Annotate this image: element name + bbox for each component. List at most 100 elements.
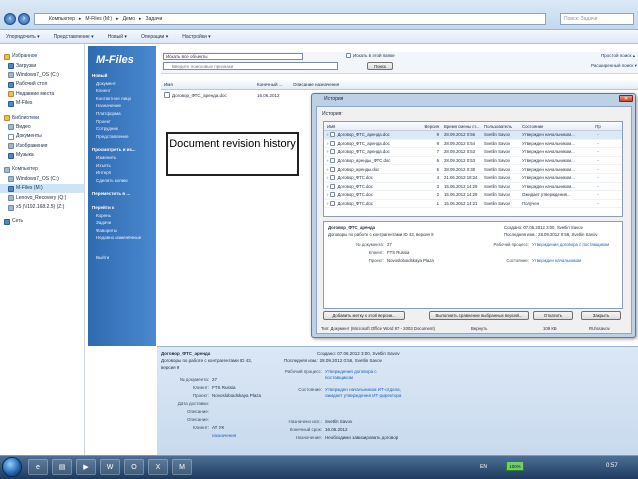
clock[interactable]: 0:57	[606, 463, 618, 469]
meta-field-value[interactable]: FTS Russia	[212, 385, 236, 390]
expand-arrow-icon[interactable]: ›	[327, 158, 328, 163]
history-row[interactable]: › Договор_ФТС.doc 4 21.06.2012 18:24 Svetlin…	[324, 174, 622, 183]
nav-item-recent[interactable]: Недавние места	[0, 90, 84, 99]
task-new-employee[interactable]: Сотрудник	[88, 125, 156, 133]
close-button[interactable]: ✕	[619, 95, 633, 102]
nav-item-video[interactable]: Видео	[0, 123, 84, 132]
task-history[interactable]: Интерп	[88, 169, 156, 177]
nav-item-music[interactable]: Музыка	[0, 151, 84, 160]
history-row[interactable]: › Договор_ФТС_аренда.doc 8 28.09.2012 0:54 S…	[324, 140, 622, 149]
outlook-taskbar-icon[interactable]: O	[124, 459, 144, 475]
simple-search-link[interactable]: Простой поиск ▴	[601, 53, 635, 59]
meta-field-value[interactable]: Novosloboidskaya Plaza	[212, 393, 261, 398]
history-row[interactable]: › Договор_ФТС_аренда.doc 9 28.09.2012 0:56 S…	[324, 131, 622, 140]
nav-item-documents[interactable]: Документы	[0, 132, 84, 141]
goto-favorites[interactable]: Фавориты	[88, 227, 156, 235]
network-header[interactable]: Сеть	[0, 217, 84, 226]
move-header[interactable]: Переместить в ...	[88, 190, 156, 198]
history-row[interactable]: › Договор_аренды.doc 5 28.09.2012 0:38 Svetl…	[324, 165, 622, 174]
task-new-platform[interactable]: Платформа	[88, 110, 156, 118]
task-new-view[interactable]: Представление	[88, 133, 156, 141]
ie-taskbar-icon[interactable]: e	[28, 459, 48, 475]
word-taskbar-icon[interactable]: W	[100, 459, 120, 475]
media-taskbar-icon[interactable]: ▶	[76, 459, 96, 475]
start-button[interactable]	[2, 457, 22, 477]
favorites-header[interactable]: Избранное	[0, 52, 84, 61]
breadcrumb-mfiles[interactable]: M-Files (M:)	[85, 14, 112, 24]
history-row[interactable]: › Договор_ФТС_аренда.doc 7 28.09.2012 0:53 S…	[324, 148, 622, 157]
meta-field-value[interactable]: Утверждения договора с поставщиком	[325, 369, 405, 381]
meta-field-value[interactable]: 16.06.2012	[325, 427, 405, 433]
search-input[interactable]: Введите поисковые признаки	[163, 62, 338, 70]
nav-item-c-drive[interactable]: Windows7_OS (C:)	[0, 71, 84, 80]
task-exit[interactable]: Выйти	[88, 254, 156, 262]
expand-arrow-icon[interactable]: ›	[327, 167, 328, 172]
libraries-header[interactable]: Библиотеки	[0, 113, 84, 122]
excel-taskbar-icon[interactable]: X	[148, 459, 168, 475]
column-deadline[interactable]: Конечный ...	[257, 82, 293, 87]
computer-header[interactable]: Компьютер	[0, 165, 84, 174]
meta-field-value[interactable]: 27	[212, 377, 217, 382]
nav-item-mfiles[interactable]: M-Files	[0, 99, 84, 108]
expand-arrow-icon[interactable]: ›	[327, 175, 328, 180]
search-type-select[interactable]: Искать все объекты	[163, 53, 303, 60]
advanced-search-link[interactable]: Расширенный поиск ▾	[591, 63, 637, 69]
meta-field-value[interactable]: Утвержден начальником ИТ-отдела, ожидает…	[325, 387, 405, 399]
history-row[interactable]: › Договор_ФТС.doc 3 15.06.2012 14:29 Svetlin…	[324, 183, 622, 192]
task-new-client[interactable]: Клиент	[88, 87, 156, 95]
search-in-folder-checkbox[interactable]: Искать в этой папке	[346, 53, 395, 58]
expand-arrow-icon[interactable]: ›	[327, 149, 328, 154]
add-label-button[interactable]: Добавить метку к этой версии...	[323, 311, 405, 320]
meta-field-value[interactable]: назначения	[212, 433, 236, 438]
goto-root[interactable]: Корень	[88, 212, 156, 220]
col-name[interactable]: Имя	[324, 124, 420, 129]
column-description[interactable]: Описание назначения	[293, 82, 413, 87]
operations-menu[interactable]: Операции ▾	[141, 30, 168, 44]
task-new-contact[interactable]: Контактное лицо	[88, 95, 156, 103]
nav-item-images[interactable]: Изображения	[0, 142, 84, 151]
task-new-document[interactable]: Документ	[88, 80, 156, 88]
back-button[interactable]: ‹	[4, 13, 16, 25]
col-state[interactable]: Состояние	[522, 124, 592, 129]
goto-recent[interactable]: Недавно изменённые	[88, 234, 156, 242]
task-copy[interactable]: Сделать копию	[88, 177, 156, 185]
column-name[interactable]: Имя	[161, 82, 257, 87]
task-edit[interactable]: Изменить	[88, 154, 156, 162]
meta-field-value[interactable]: Svetlin Savov	[325, 419, 405, 425]
prop-state[interactable]: Утвержден начальником	[532, 258, 581, 263]
nav-item-drive-m[interactable]: M-Files (M:)	[0, 184, 84, 194]
nav-item-drive-z[interactable]: x5 (\\192.168.2.5) (Z:)	[0, 203, 84, 212]
settings-menu[interactable]: Настройки ▾	[182, 30, 210, 44]
find-button[interactable]: Поиск	[367, 62, 393, 70]
view-menu[interactable]: Представление ▾	[54, 30, 94, 44]
history-row[interactable]: › Договор_ФТС.doc 1 15.06.2012 14:21 Svetlin…	[324, 200, 622, 209]
breadcrumb-computer[interactable]: Компьютер	[49, 14, 75, 24]
nav-item-desktop[interactable]: Рабочий стол	[0, 80, 84, 89]
expand-arrow-icon[interactable]: ›	[327, 184, 328, 189]
address-field[interactable]: Компьютер ▸ M-Files (M:) ▸ Демо ▸ Задачи	[34, 13, 546, 25]
col-time[interactable]: Время смены ст...	[444, 124, 484, 129]
breadcrumb-demo[interactable]: Демо	[123, 14, 135, 24]
task-new-assignment[interactable]: Назначение	[88, 102, 156, 110]
mfiles-taskbar-icon[interactable]: M	[172, 459, 192, 475]
zoom-indicator[interactable]: 100%	[506, 461, 524, 471]
compare-versions-button[interactable]: Выполнить сравнение выбранных версий...	[429, 311, 529, 320]
col-extra[interactable]: Пр	[592, 124, 604, 129]
goto-tasks[interactable]: Задачи	[88, 219, 156, 227]
task-new-project[interactable]: Проект	[88, 118, 156, 126]
expand-arrow-icon[interactable]: ›	[327, 141, 328, 146]
col-version[interactable]: Версия	[420, 124, 444, 129]
rollback-button[interactable]: Откатить	[533, 311, 573, 320]
history-row[interactable]: › Договор_аренды_ФТС.doc 6 28.09.2012 0:53 S…	[324, 157, 622, 166]
tray-lang[interactable]: EN	[480, 461, 487, 473]
new-menu[interactable]: Новый ▾	[108, 30, 127, 44]
dialog-close-button[interactable]: Закрыть	[581, 311, 621, 320]
expand-arrow-icon[interactable]: ›	[327, 132, 328, 137]
task-checkout[interactable]: Изъять	[88, 162, 156, 170]
nav-item-drive-q[interactable]: Lenovo_Recovery (Q:)	[0, 193, 84, 202]
expand-arrow-icon[interactable]: ›	[327, 201, 328, 206]
col-user[interactable]: Пользователь	[484, 124, 522, 129]
explorer-search-input[interactable]: Поиск: Задачи	[560, 13, 634, 25]
explorer-taskbar-icon[interactable]: ▤	[52, 459, 72, 475]
expand-arrow-icon[interactable]: ›	[327, 192, 328, 197]
